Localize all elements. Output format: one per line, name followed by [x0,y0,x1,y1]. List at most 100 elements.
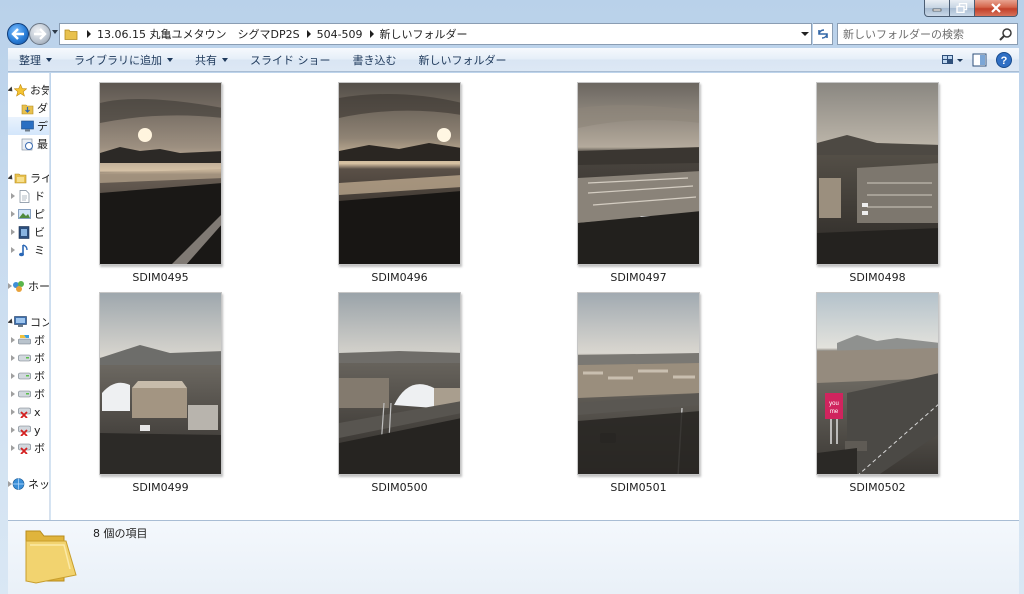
nav-network-drive[interactable]: y [8,421,49,439]
nav-videos[interactable]: ビ [8,223,49,241]
collapse-arrow-icon[interactable] [8,373,17,379]
share-menu[interactable]: 共有 [184,48,239,72]
search-box[interactable] [837,23,1018,45]
nav-documents[interactable]: ド [8,187,49,205]
file-item[interactable]: you me SDIM0502 [816,292,939,494]
desktop-icon [20,119,34,133]
photo-thumbnail[interactable] [99,292,222,475]
photo-thumbnail[interactable] [99,82,222,265]
photo-thumbnail[interactable] [577,82,700,265]
toolbar-right: ? [941,48,1013,72]
collapse-arrow-icon[interactable] [8,409,17,415]
nav-network-drive[interactable]: ボ [8,439,49,457]
maximize-button[interactable] [950,0,975,17]
breadcrumb-separator-icon[interactable] [87,30,91,38]
collapse-arrow-icon[interactable] [8,229,17,235]
collapse-arrow-icon[interactable] [8,355,17,361]
address-history-dropdown[interactable] [801,32,809,36]
collapse-arrow-icon[interactable] [8,247,17,253]
nav-drive[interactable]: ボ [8,385,49,403]
address-bar[interactable]: 13.06.15 丸亀ユメタウン シグマDP2S 504-509 新しいフォルダ… [59,23,812,45]
search-input[interactable] [838,27,993,41]
caption-buttons [924,0,1018,17]
file-name[interactable]: SDIM0497 [557,271,720,284]
nav-recent-places[interactable]: 最 [8,135,49,153]
refresh-button[interactable] [813,23,833,45]
nav-network-drive[interactable]: x [8,403,49,421]
collapse-arrow-icon[interactable] [8,337,17,343]
close-button[interactable] [975,0,1018,17]
nav-local-disk[interactable]: ボ [8,331,49,349]
back-button[interactable] [7,23,29,45]
file-name[interactable]: SDIM0495 [79,271,242,284]
file-item[interactable]: SDIM0500 [338,292,461,494]
file-name[interactable]: SDIM0498 [796,271,959,284]
photo-thumbnail[interactable] [338,292,461,475]
network-drive-disconnected-icon [17,423,31,437]
nav-network[interactable]: ネッ [8,475,49,493]
photo-thumbnail[interactable]: you me [816,292,939,475]
restore-icon [956,3,968,13]
svg-text:you: you [829,401,839,407]
chevron-down-icon [167,57,173,62]
nav-drive[interactable]: ボ [8,367,49,385]
preview-pane-button[interactable] [971,50,989,70]
nav-libraries[interactable]: ライ [8,169,49,187]
photo-thumbnail[interactable] [577,292,700,475]
nav-label: 最 [37,138,48,151]
photo-thumbnail[interactable] [338,82,461,265]
back-arrow-icon [11,28,24,40]
collapse-arrow-icon[interactable] [8,211,17,217]
change-view-button[interactable] [941,50,965,70]
collapse-arrow-icon[interactable] [8,391,17,397]
add-to-library-menu[interactable]: ライブラリに追加 [63,48,184,72]
collapse-arrow-icon[interactable] [8,193,17,199]
file-name[interactable]: SDIM0496 [318,271,481,284]
command-bar: 整理 ライブラリに追加 共有 スライド ショー 書き込む 新しいフォルダー ? [8,48,1019,72]
photo-thumbnail[interactable] [816,82,939,265]
nav-music[interactable]: ミ [8,241,49,259]
search-icon[interactable] [999,27,1013,44]
nav-homegroup[interactable]: ホー [8,277,49,295]
preview-pane-icon [972,53,987,67]
nav-drive[interactable]: ボ [8,349,49,367]
nav-desktop[interactable]: デ [8,117,49,135]
breadcrumb-separator-icon[interactable] [306,30,311,38]
collapse-arrow-icon[interactable] [8,427,17,433]
nav-computer[interactable]: コン [8,313,49,331]
organize-menu[interactable]: 整理 [8,48,63,72]
folder-icon [22,523,80,590]
file-name[interactable]: SDIM0499 [79,481,242,494]
file-item[interactable]: SDIM0498 [816,82,939,284]
address-row: 13.06.15 丸亀ユメタウン シグマDP2S 504-509 新しいフォルダ… [0,22,1024,46]
file-name[interactable]: SDIM0502 [796,481,959,494]
recent-pages-dropdown[interactable] [52,30,58,34]
nav-downloads[interactable]: ダ [8,99,49,117]
file-name[interactable]: SDIM0500 [318,481,481,494]
nav-favorites[interactable]: お気 [8,81,49,99]
file-item[interactable]: SDIM0497 [577,82,700,284]
breadcrumb-item[interactable]: 504-509 [317,28,363,41]
breadcrumb-item[interactable]: 13.06.15 丸亀ユメタウン シグマDP2S [97,26,300,42]
collapse-arrow-icon[interactable] [8,445,17,451]
file-name[interactable]: SDIM0501 [557,481,720,494]
file-item[interactable]: SDIM0499 [99,292,222,494]
slideshow-button[interactable]: スライド ショー [239,48,342,72]
network-drive-disconnected-icon [17,405,31,419]
help-button[interactable]: ? [995,50,1013,70]
close-icon [991,3,1001,13]
breadcrumb-item[interactable]: 新しいフォルダー [380,26,468,42]
minimize-button[interactable] [924,0,950,17]
nav-label: x [34,405,41,419]
file-item[interactable]: SDIM0495 [99,82,222,284]
breadcrumb-separator-icon[interactable] [369,30,374,38]
new-folder-button[interactable]: 新しいフォルダー [408,48,518,72]
nav-label: ボ [34,388,45,401]
file-item[interactable]: SDIM0496 [338,82,461,284]
pictures-icon [17,207,31,221]
documents-icon [17,189,31,203]
burn-button[interactable]: 書き込む [342,48,408,72]
file-item[interactable]: SDIM0501 [577,292,700,494]
nav-pictures[interactable]: ピ [8,205,49,223]
forward-button[interactable] [29,23,51,45]
